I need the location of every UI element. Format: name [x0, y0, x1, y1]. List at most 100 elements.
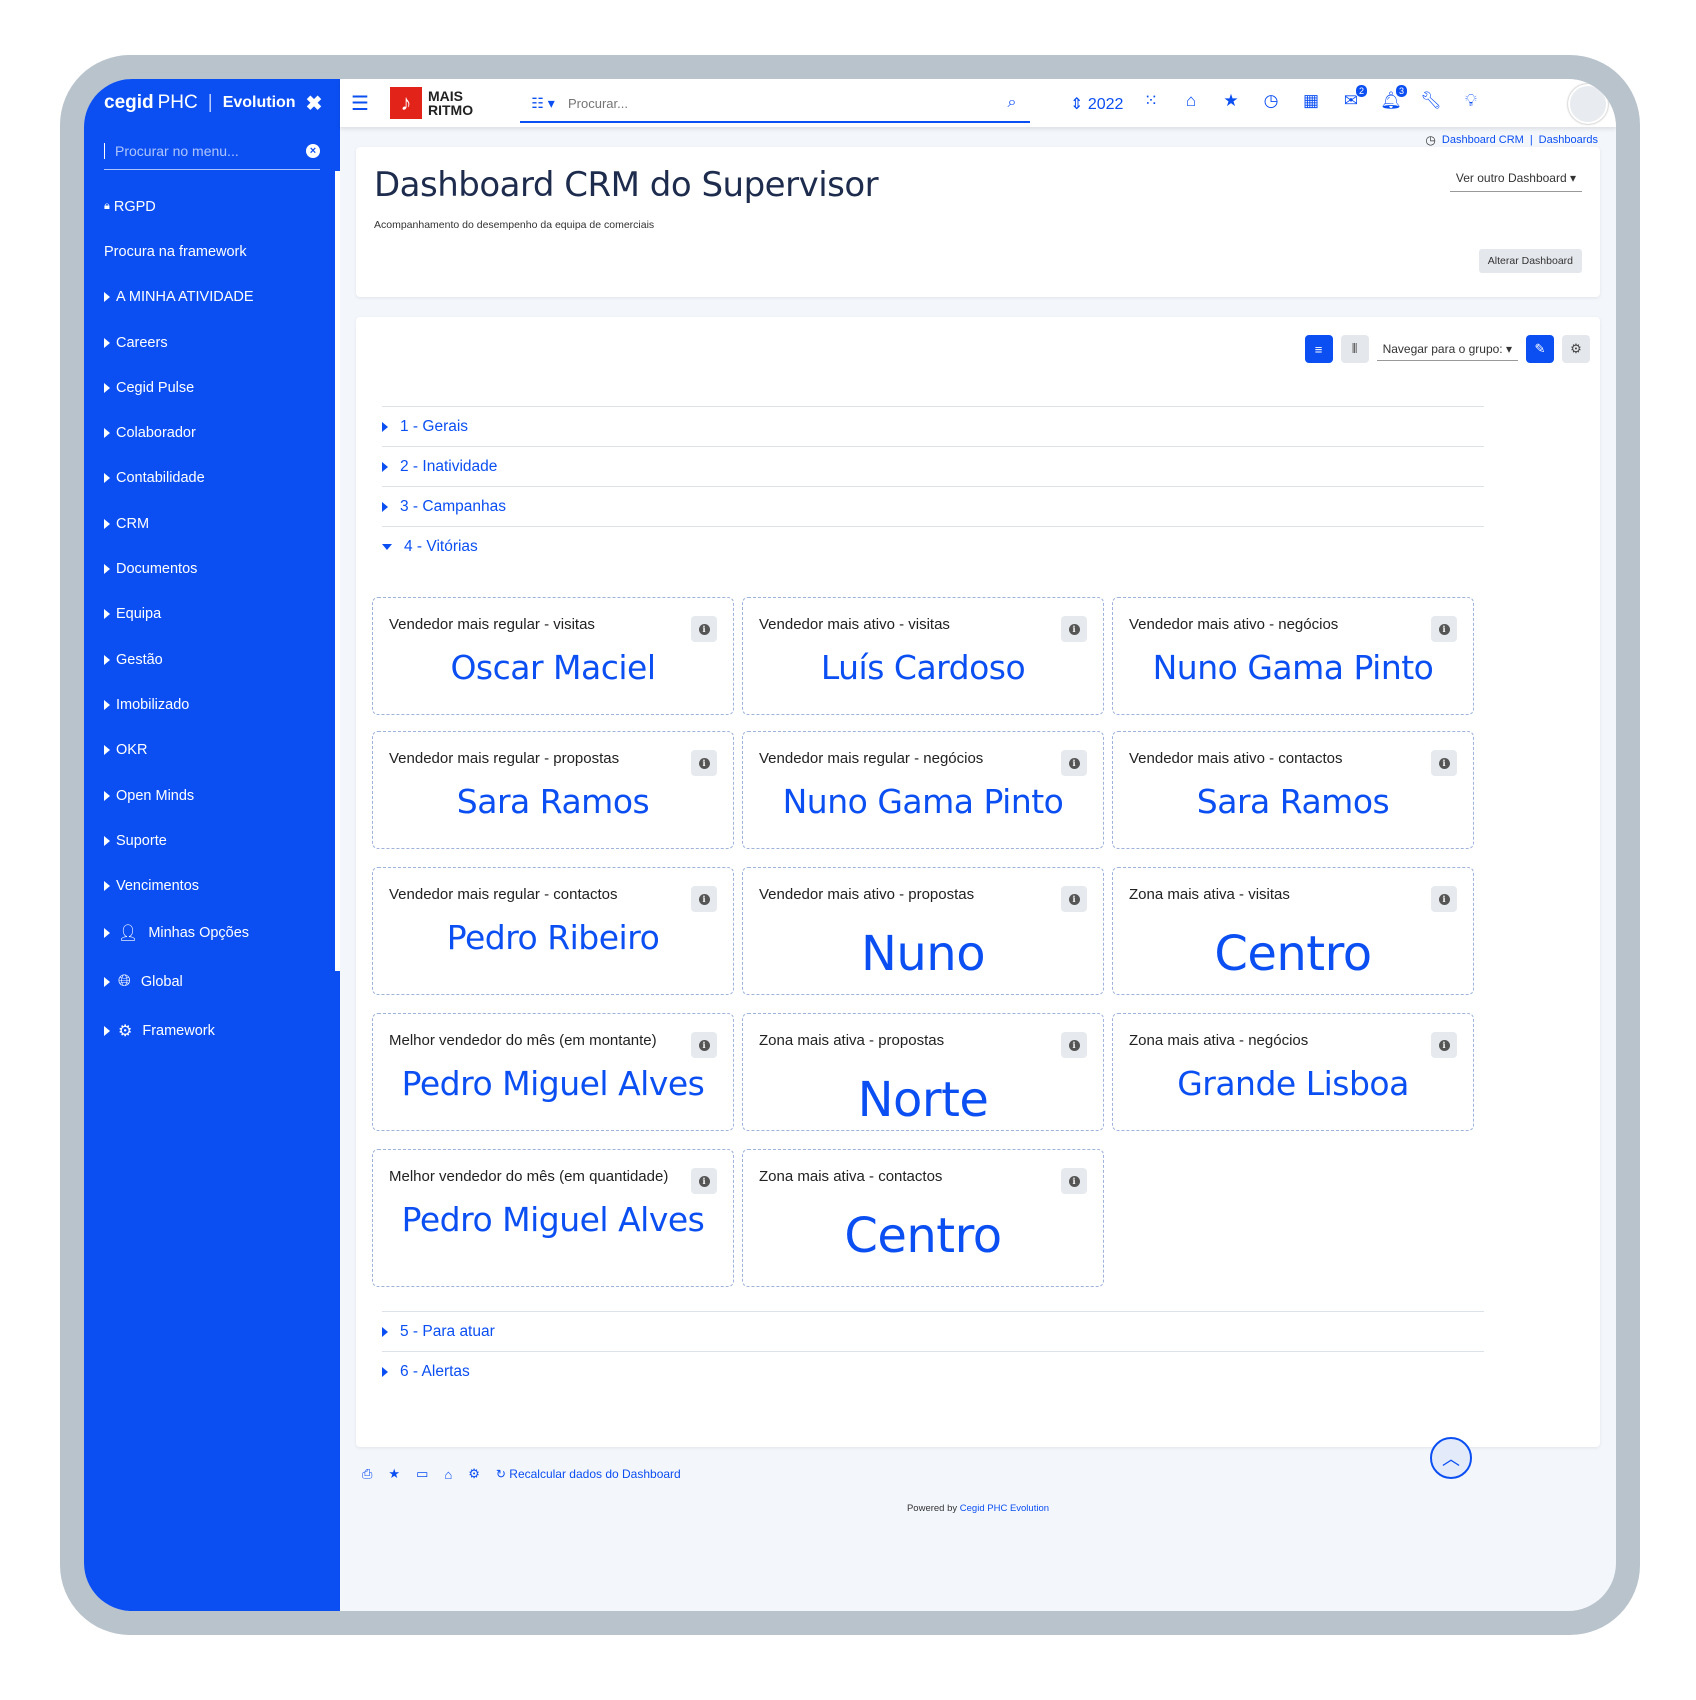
info-icon[interactable]: i	[1061, 1032, 1087, 1058]
info-icon[interactable]: i	[1061, 750, 1087, 776]
sidebar-item-equipa[interactable]: Equipa	[84, 592, 340, 637]
group-inatividade[interactable]: 2 - Inatividade	[382, 446, 1484, 487]
app-screen: cegid PHC | Evolution ✖ × 🔒︎ RGPD Procur…	[84, 79, 1616, 1611]
info-icon[interactable]: i	[1061, 616, 1087, 642]
caret-right-icon	[104, 654, 110, 665]
messages-icon[interactable]: ✉ 2	[1340, 84, 1368, 111]
sidebar-item-imobilizado[interactable]: Imobilizado	[84, 682, 340, 727]
group-para-atuar[interactable]: 5 - Para atuar	[382, 1311, 1484, 1352]
year-selector[interactable]: ⇕ 2022	[1070, 94, 1123, 114]
apps-grid-icon[interactable]: ⁙	[1140, 91, 1162, 111]
navigate-group-dropdown[interactable]: Navegar para o grupo: ▾	[1376, 338, 1518, 361]
hamburger-menu-icon[interactable]: ☰	[340, 91, 380, 116]
group-campanhas[interactable]: 3 - Campanhas	[382, 486, 1484, 527]
search-scope-dropdown-icon[interactable]: ☷ ▾	[520, 95, 566, 112]
company-logo[interactable]: ♪ MAIS RITMO	[390, 87, 473, 119]
info-icon[interactable]: i	[691, 1168, 717, 1194]
kpi-card: Vendedor mais regular - propostas i Sara…	[372, 731, 734, 849]
sidebar-item-vencimentos[interactable]: Vencimentos	[84, 863, 340, 908]
sidebar-item-label: Vencimentos	[116, 878, 200, 895]
group-label: 1 - Gerais	[400, 418, 469, 435]
home-icon[interactable]: ⌂	[1180, 91, 1202, 111]
lightbulb-icon[interactable]: 💡︎	[1460, 91, 1482, 111]
group-vitorias[interactable]: 4 - Vitórias	[382, 526, 1484, 567]
sidebar-item-cegid-pulse[interactable]: Cegid Pulse	[84, 365, 340, 410]
group-gerais[interactable]: 1 - Gerais	[382, 406, 1484, 447]
info-icon[interactable]: i	[691, 1032, 717, 1058]
sidebar-item-contabilidade[interactable]: Contabilidade	[84, 456, 340, 501]
info-icon[interactable]: i	[1431, 616, 1457, 642]
clear-search-icon[interactable]: ×	[306, 144, 320, 158]
close-sidebar-icon[interactable]: ✖	[306, 91, 323, 116]
kpi-label: Zona mais ativa - propostas	[759, 1032, 945, 1049]
sidebar-item-minha-atividade[interactable]: A MINHA ATIVIDADE	[84, 275, 340, 320]
global-search-input[interactable]	[566, 94, 994, 112]
search-icon[interactable]: ⌕	[994, 94, 1030, 112]
powered-prefix: Powered by	[906, 1503, 958, 1514]
breadcrumb-dashboards[interactable]: Dashboards	[1539, 134, 1598, 146]
info-icon[interactable]: i	[1061, 886, 1087, 912]
history-icon: ◷	[1425, 133, 1436, 147]
user-avatar[interactable]	[1568, 84, 1608, 124]
bell-icon[interactable]: 🔔︎ 3	[1380, 84, 1408, 111]
list-view-icon[interactable]: ≡	[1304, 335, 1333, 363]
info-icon[interactable]: i	[1431, 886, 1457, 912]
powered-brand[interactable]: Cegid PHC Evolution	[960, 1503, 1049, 1514]
sidebar-item-rgpd[interactable]: 🔒︎ RGPD	[84, 184, 340, 229]
caret-down-icon	[382, 544, 392, 550]
recalculate-link[interactable]: ↻ Recalcular dados do Dashboard	[496, 1467, 681, 1481]
sidebar-item-framework[interactable]: ⚙︎ Framework	[84, 1007, 340, 1056]
info-icon[interactable]: i	[691, 750, 717, 776]
info-icon[interactable]: i	[691, 886, 717, 912]
sidebar-item-label: Minhas Opções	[148, 925, 250, 942]
kpi-value: Oscar Maciel	[450, 648, 656, 687]
sidebar-item-minhas-opcoes[interactable]: 👤︎ Minhas Opções	[84, 909, 340, 958]
kpi-card: Vendedor mais ativo - contactos i Sara R…	[1112, 731, 1474, 849]
breadcrumb-dashboard-crm[interactable]: Dashboard CRM	[1442, 134, 1524, 146]
scroll-top-button[interactable]: ︿	[1430, 1437, 1472, 1479]
caret-right-icon	[104, 382, 110, 393]
info-icon[interactable]: i	[1431, 1032, 1457, 1058]
caret-right-icon	[382, 1367, 388, 1377]
sidebar-item-procura-framework[interactable]: Procura na framework	[84, 229, 340, 274]
sidebar-item-gestao[interactable]: Gestão	[84, 637, 340, 682]
wrench-icon[interactable]: 🔧︎	[1420, 91, 1442, 111]
breadcrumb-separator: |	[1529, 134, 1533, 146]
info-icon[interactable]: i	[691, 616, 717, 642]
columns-view-icon[interactable]: ⦀	[1340, 335, 1369, 363]
calendar-icon[interactable]: ▦	[1300, 91, 1322, 111]
settings-icon[interactable]: ⚙	[1562, 335, 1590, 363]
sidebar-item-crm[interactable]: CRM	[84, 501, 340, 546]
monitor-icon[interactable]: ▭	[416, 1466, 428, 1482]
info-icon[interactable]: i	[1061, 1168, 1087, 1194]
sidebar-item-suporte[interactable]: Suporte	[84, 818, 340, 863]
group-label: 5 - Para atuar	[400, 1323, 495, 1340]
dashboard-toolbar: ≡ ⦀ Navegar para o grupo: ▾ ✎ ⚙	[1304, 335, 1590, 363]
caret-right-icon	[104, 699, 110, 710]
caret-right-icon	[104, 292, 110, 303]
home-settings-icon[interactable]: ⌂	[444, 1467, 452, 1482]
sidebar-item-careers[interactable]: Careers	[84, 320, 340, 365]
edit-icon[interactable]: ✎	[1526, 335, 1554, 363]
change-dashboard-button[interactable]: Alterar Dashboard	[1478, 249, 1582, 273]
gear-icon[interactable]: ⚙	[468, 1466, 480, 1482]
menu-search-input[interactable]	[104, 143, 285, 159]
clock-icon[interactable]: ◷	[1260, 91, 1282, 111]
sidebar-item-open-minds[interactable]: Open Minds	[84, 773, 340, 818]
page-title: Dashboard CRM do Supervisor	[374, 165, 879, 205]
print-icon[interactable]: ⎙	[362, 1466, 372, 1482]
sidebar-item-okr[interactable]: OKR	[84, 728, 340, 773]
sidebar-item-documentos[interactable]: Documentos	[84, 546, 340, 591]
sidebar-item-label: A MINHA ATIVIDADE	[116, 289, 254, 306]
sidebar-item-label: Procura na framework	[104, 243, 247, 260]
sidebar-scrollbar[interactable]	[335, 171, 340, 971]
other-dashboard-dropdown[interactable]: Ver outro Dashboard ▾	[1449, 171, 1582, 192]
sidebar-item-global[interactable]: 🌐︎ Global	[84, 958, 340, 1007]
group-label: 6 - Alertas	[400, 1363, 470, 1380]
info-icon[interactable]: i	[1431, 750, 1457, 776]
group-alertas[interactable]: 6 - Alertas	[382, 1351, 1484, 1392]
sidebar-item-colaborador[interactable]: Colaborador	[84, 410, 340, 455]
kpi-card: Zona mais ativa - contactos i Centro	[742, 1149, 1104, 1287]
favorite-icon[interactable]: ★	[388, 1466, 400, 1482]
star-icon[interactable]: ★	[1220, 91, 1242, 111]
